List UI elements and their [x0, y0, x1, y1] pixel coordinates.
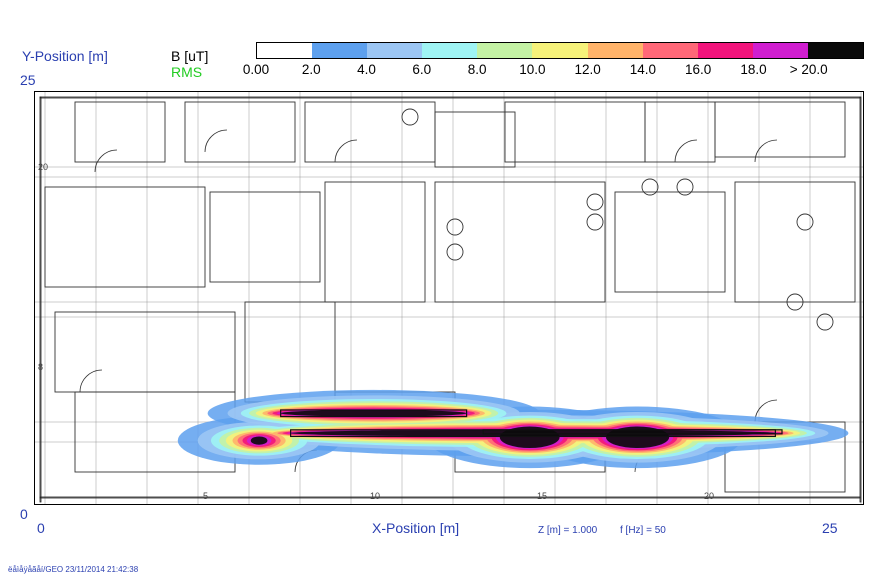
plan-grid-label-x: 15 — [537, 491, 547, 501]
plan-room — [504, 101, 646, 163]
colorbar-tick-label: 10.0 — [519, 62, 546, 77]
plan-equipment — [401, 108, 419, 126]
plan-room — [209, 191, 321, 283]
z-height-annotation: Z [m] = 1.000 — [538, 525, 598, 536]
y-axis-min-label: 0 — [20, 506, 28, 522]
plan-equipment — [676, 178, 694, 196]
plan-grid-label-y: 8 — [38, 362, 43, 372]
plan-room — [324, 181, 426, 303]
plan-room — [434, 111, 516, 168]
colorbar-ticks: 0.00 2.0 4.0 6.0 8.0 10.0 12.0 14.0 16.0 18.0 > 20… — [230, 62, 885, 80]
plan-wall — [39, 96, 42, 503]
plan-grid-label-y: 20 — [38, 162, 48, 172]
colorbar-swatch — [752, 43, 808, 58]
plan-room — [734, 181, 856, 303]
plan-door-arc — [674, 139, 698, 163]
plan-room — [54, 311, 236, 393]
plan-room — [434, 181, 606, 303]
plan-room — [644, 101, 716, 163]
plan-wall — [39, 496, 861, 499]
x-axis-min-label: 0 — [37, 520, 45, 536]
plan-room — [44, 186, 206, 288]
plan-room — [74, 101, 166, 163]
plan-equipment — [641, 178, 659, 196]
plan-grid-label-x: 20 — [704, 491, 714, 501]
plan-equipment — [796, 213, 814, 231]
colorbar-subtitle: RMS — [171, 64, 203, 80]
colorbar-swatch — [532, 43, 588, 58]
plan-equipment — [586, 213, 604, 231]
colorbar-swatch — [807, 43, 864, 58]
plan-equipment — [816, 313, 834, 331]
colorbar-tick-label: 2.0 — [301, 62, 321, 77]
colorbar-tick-label: 16.0 — [685, 62, 712, 77]
plan-door-arc — [754, 139, 778, 163]
colorbar-tick-label: 14.0 — [629, 62, 657, 77]
plan-equipment — [586, 193, 604, 211]
y-axis-max-label: 25 — [20, 72, 36, 88]
colorbar-tick-label: 6.0 — [412, 62, 432, 77]
plan-equipment — [446, 243, 464, 261]
field-contours — [177, 389, 849, 469]
colorbar-tick-label: 18.0 — [740, 62, 767, 77]
colorbar-swatch — [642, 43, 698, 58]
x-axis-title: X-Position [m] — [372, 520, 460, 536]
plan-grid-label-x: 5 — [203, 491, 208, 501]
plan-door-arc — [334, 139, 358, 163]
frequency-annotation: f [Hz] = 50 — [620, 525, 666, 536]
colorbar-tick-label: 8.0 — [467, 62, 487, 77]
colorbar-swatch — [367, 43, 423, 58]
y-axis-title: Y-Position [m] — [22, 48, 108, 64]
colorbar-swatch — [587, 43, 643, 58]
colorbar-swatch — [312, 43, 368, 58]
footer-stamp: ëåìåÿåãåí/GEO 23/11/2014 21:42:38 — [8, 565, 139, 574]
field-band — [280, 409, 467, 417]
colorbar-tick-label: > 20.0 — [789, 62, 828, 77]
colorbar — [256, 42, 864, 59]
colorbar-swatch — [422, 43, 478, 58]
colorbar-swatch — [257, 43, 313, 58]
colorbar-tick-label: 0.00 — [242, 62, 270, 77]
plan-door-arc — [94, 149, 118, 173]
plan-wall — [859, 96, 862, 503]
colorbar-swatch — [697, 43, 753, 58]
plan-grid-label-x: 10 — [370, 491, 380, 501]
plan-door-arc — [204, 129, 228, 153]
plan-room — [614, 191, 726, 293]
colorbar-tick-label: 4.0 — [357, 62, 376, 77]
plan-equipment — [446, 218, 464, 236]
colorbar-tick-label: 12.0 — [574, 62, 601, 77]
colorbar-title: B [uT] — [171, 48, 209, 64]
colorbar-swatch — [477, 43, 533, 58]
floorplan-heatmap: 5 10 15 20 20 8 — [35, 92, 863, 504]
plan-room — [714, 101, 846, 158]
plan-door-arc — [79, 369, 103, 393]
field-band — [250, 436, 268, 445]
plan-room — [184, 101, 296, 163]
plot-area: 5 10 15 20 20 8 — [34, 91, 864, 505]
x-axis-max-label: 25 — [822, 520, 838, 536]
plan-wall — [39, 96, 861, 99]
